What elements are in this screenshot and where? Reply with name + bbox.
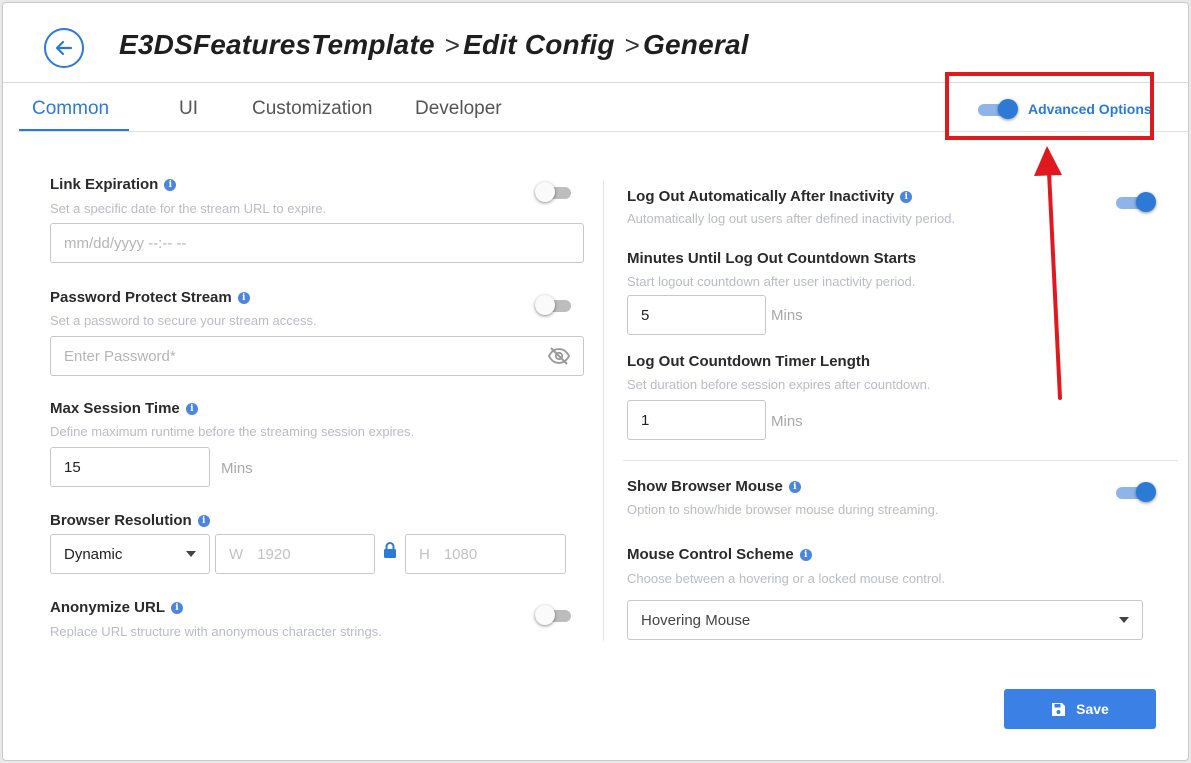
password-placeholder: Enter Password* <box>64 347 176 365</box>
link-expiration-label-text: Link Expiration <box>50 176 159 193</box>
link-expiration-hint: Set a specific date for the stream URL t… <box>50 201 327 216</box>
breadcrumb: E3DSFeaturesTemplate > Edit Config > Gen… <box>119 29 749 61</box>
mouse-scheme-label: Mouse Control Scheme i <box>627 546 812 563</box>
anonymize-url-label-text: Anonymize URL <box>50 599 166 616</box>
info-icon[interactable]: i <box>900 190 913 203</box>
countdown-length-unit: Mins <box>771 413 803 430</box>
minutes-until-label: Minutes Until Log Out Countdown Starts <box>627 250 917 267</box>
tab-developer[interactable]: Developer <box>415 98 502 120</box>
max-session-hint: Define maximum runtime before the stream… <box>50 424 415 439</box>
mouse-scheme-hint: Choose between a hovering or a locked mo… <box>627 571 945 586</box>
link-expiration-switch[interactable] <box>535 181 575 203</box>
advanced-options-label: Advanced Options <box>1028 101 1152 117</box>
height-value: 1080 <box>443 545 478 563</box>
countdown-length-hint: Set duration before session expires afte… <box>627 377 931 392</box>
info-icon[interactable]: i <box>799 548 812 561</box>
info-icon[interactable]: i <box>171 601 184 614</box>
auto-logout-label-text: Log Out Automatically After Inactivity <box>627 188 895 205</box>
caret-down-icon <box>1119 617 1129 623</box>
floppy-disk-icon <box>1052 702 1066 716</box>
breadcrumb-separator: > <box>444 30 461 60</box>
link-expiration-label: Link Expiration i <box>50 176 177 193</box>
resolution-width-input[interactable]: W 1920 <box>215 534 375 574</box>
mouse-scheme-value: Hovering Mouse <box>641 611 751 629</box>
section-divider <box>623 460 1178 461</box>
browser-resolution-label-text: Browser Resolution <box>50 512 192 529</box>
info-icon[interactable]: i <box>237 291 250 304</box>
show-mouse-label: Show Browser Mouse i <box>627 478 801 495</box>
width-value: 1920 <box>257 545 291 563</box>
save-button-label: Save <box>1076 701 1109 717</box>
breadcrumb-separator: > <box>624 30 641 60</box>
breadcrumb-edit-config[interactable]: Edit Config <box>463 29 615 61</box>
max-session-unit: Mins <box>221 460 253 477</box>
anonymize-url-hint: Replace URL structure with anonymous cha… <box>50 624 382 639</box>
edit-config-dialog: E3DSFeaturesTemplate > Edit Config > Gen… <box>2 2 1190 761</box>
width-prefix: W <box>229 545 244 563</box>
show-mouse-label-text: Show Browser Mouse <box>627 478 783 495</box>
mouse-scheme-select[interactable]: Hovering Mouse <box>627 600 1143 640</box>
auto-logout-label: Log Out Automatically After Inactivity i <box>627 188 913 205</box>
info-icon[interactable]: i <box>164 178 177 191</box>
back-button[interactable] <box>44 28 84 68</box>
tabs-divider <box>19 131 1190 132</box>
tab-customization[interactable]: Customization <box>252 98 372 120</box>
breadcrumb-project[interactable]: E3DSFeaturesTemplate <box>119 29 435 61</box>
info-icon[interactable]: i <box>788 480 801 493</box>
resolution-height-input[interactable]: H 1080 <box>405 534 566 574</box>
info-icon[interactable]: i <box>185 402 198 415</box>
tab-ui[interactable]: UI <box>179 98 198 120</box>
caret-down-icon <box>186 551 196 557</box>
height-prefix: H <box>419 545 430 563</box>
max-session-label-text: Max Session Time <box>50 400 180 417</box>
advanced-options-toggle[interactable]: Advanced Options <box>978 98 1152 120</box>
auto-logout-switch[interactable] <box>1116 191 1156 213</box>
link-expiration-date-input[interactable]: mm/dd/yyyy --:-- -- <box>50 223 584 263</box>
tab-common[interactable]: Common <box>32 98 109 120</box>
max-session-label: Max Session Time i <box>50 400 198 417</box>
minutes-until-unit: Mins <box>771 307 803 324</box>
mouse-scheme-label-text: Mouse Control Scheme <box>627 546 794 563</box>
max-session-input[interactable]: 15 <box>50 447 210 487</box>
breadcrumb-general: General <box>643 29 749 60</box>
password-input[interactable]: Enter Password* <box>50 336 584 376</box>
minutes-until-hint: Start logout countdown after user inacti… <box>627 274 916 289</box>
password-protect-hint: Set a password to secure your stream acc… <box>50 313 317 328</box>
lock-icon[interactable] <box>383 541 397 559</box>
password-protect-label: Password Protect Stream i <box>50 289 250 306</box>
password-protect-label-text: Password Protect Stream <box>50 289 232 306</box>
show-mouse-switch[interactable] <box>1116 481 1156 503</box>
browser-resolution-label: Browser Resolution i <box>50 512 210 529</box>
arrow-left-icon <box>55 40 73 56</box>
anonymize-url-switch[interactable] <box>535 604 575 626</box>
resolution-mode-value: Dynamic <box>64 545 123 563</box>
auto-logout-hint: Automatically log out users after define… <box>627 211 956 226</box>
countdown-length-label: Log Out Countdown Timer Length <box>627 353 871 370</box>
advanced-options-switch[interactable] <box>978 98 1018 120</box>
info-icon[interactable]: i <box>197 514 210 527</box>
password-protect-switch[interactable] <box>535 294 575 316</box>
column-divider <box>603 181 604 641</box>
countdown-length-input[interactable]: 1 <box>627 400 766 440</box>
resolution-mode-select[interactable]: Dynamic <box>50 534 210 574</box>
anonymize-url-label: Anonymize URL i <box>50 599 184 616</box>
eye-off-icon[interactable] <box>548 347 570 365</box>
header-divider <box>3 82 1190 83</box>
minutes-until-input[interactable]: 5 <box>627 295 766 335</box>
show-mouse-hint: Option to show/hide browser mouse during… <box>627 502 939 517</box>
save-button[interactable]: Save <box>1004 689 1156 729</box>
